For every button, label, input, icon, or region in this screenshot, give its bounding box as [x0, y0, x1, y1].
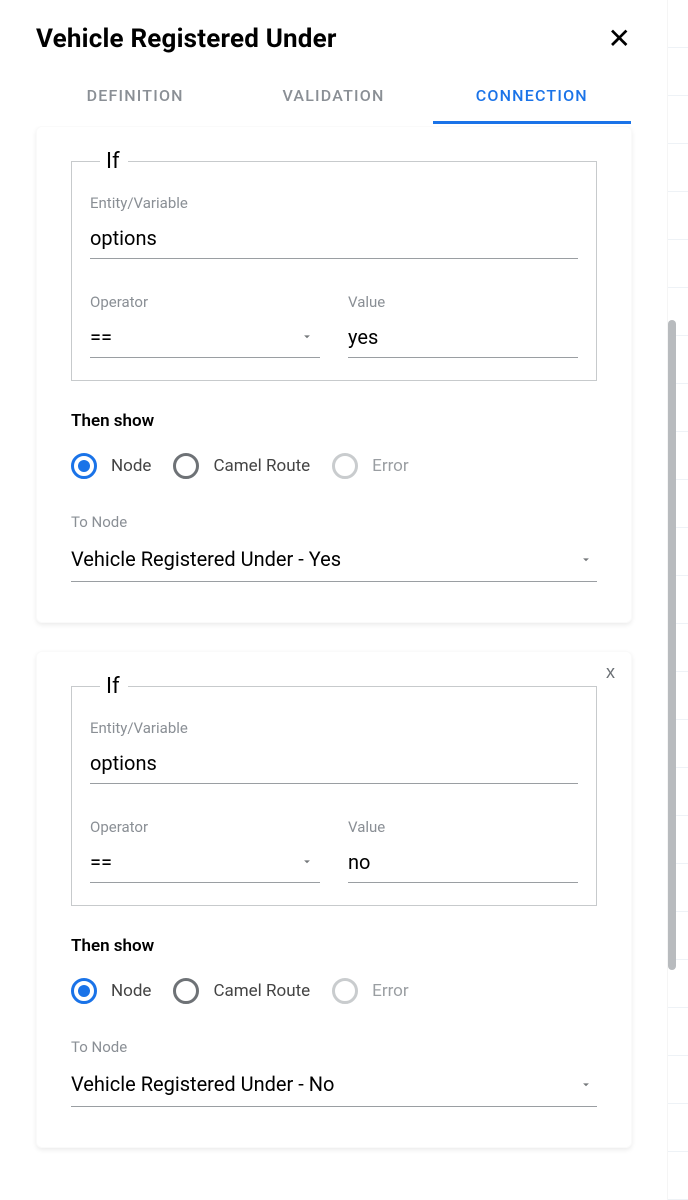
to-node-select[interactable]: Vehicle Registered Under - No [71, 1066, 597, 1107]
tab-connection[interactable]: CONNECTION [433, 74, 631, 124]
panel-title: Vehicle Registered Under [36, 24, 337, 54]
entity-input[interactable] [90, 745, 578, 784]
radio-error[interactable]: Error [332, 453, 408, 479]
chevron-down-icon [300, 854, 314, 873]
tab-bar: DEFINITION VALIDATION CONNECTION [0, 62, 667, 124]
to-node-label: To Node [71, 1038, 597, 1056]
radio-icon [173, 453, 199, 479]
panel-header: Vehicle Registered Under ✕ [0, 0, 667, 62]
radio-icon [173, 978, 199, 1004]
scrollbar-thumb[interactable] [668, 320, 676, 970]
if-fieldset: If Entity/Variable Operator == Value [71, 149, 597, 381]
radio-node-label: Node [111, 981, 151, 1001]
to-node-value: Vehicle Registered Under - No [71, 1072, 334, 1096]
entity-label: Entity/Variable [90, 194, 578, 212]
side-panel: Vehicle Registered Under ✕ DEFINITION VA… [0, 0, 668, 1200]
operator-select[interactable]: == [90, 319, 320, 358]
if-fieldset: If Entity/Variable Operator == Value [71, 674, 597, 906]
to-node-value: Vehicle Registered Under - Yes [71, 547, 341, 571]
radio-error[interactable]: Error [332, 978, 408, 1004]
tab-definition[interactable]: DEFINITION [36, 74, 234, 124]
operator-value: == [90, 325, 112, 349]
radio-icon [332, 453, 358, 479]
close-icon[interactable]: ✕ [608, 25, 631, 53]
condition-card: x If Entity/Variable Operator == Value [36, 651, 632, 1148]
if-legend: If [100, 674, 128, 699]
radio-node[interactable]: Node [71, 978, 151, 1004]
operator-label: Operator [90, 818, 320, 836]
value-input[interactable] [348, 319, 578, 358]
radio-camel-route-label: Camel Route [213, 981, 310, 1001]
radio-error-label: Error [372, 981, 408, 1001]
chevron-down-icon [579, 552, 593, 571]
radio-camel-route[interactable]: Camel Route [173, 453, 310, 479]
radio-icon [71, 978, 97, 1004]
operator-label: Operator [90, 293, 320, 311]
chevron-down-icon [300, 329, 314, 348]
chevron-down-icon [579, 1077, 593, 1096]
radio-icon [332, 978, 358, 1004]
then-show-label: Then show [71, 411, 597, 431]
tab-validation[interactable]: VALIDATION [234, 74, 432, 124]
value-label: Value [348, 818, 578, 836]
connection-scroll-area[interactable]: If Entity/Variable Operator == Value [0, 126, 668, 1200]
remove-condition-icon[interactable]: x [606, 662, 615, 683]
radio-node-label: Node [111, 456, 151, 476]
value-input[interactable] [348, 844, 578, 883]
radio-node[interactable]: Node [71, 453, 151, 479]
then-show-label: Then show [71, 936, 597, 956]
to-node-label: To Node [71, 513, 597, 531]
to-node-select[interactable]: Vehicle Registered Under - Yes [71, 541, 597, 582]
value-label: Value [348, 293, 578, 311]
radio-icon [71, 453, 97, 479]
if-legend: If [100, 149, 128, 174]
entity-input[interactable] [90, 220, 578, 259]
radio-group: Node Camel Route Error [71, 978, 597, 1004]
operator-select[interactable]: == [90, 844, 320, 883]
radio-group: Node Camel Route Error [71, 453, 597, 479]
radio-error-label: Error [372, 456, 408, 476]
radio-camel-route-label: Camel Route [213, 456, 310, 476]
operator-value: == [90, 850, 112, 874]
radio-camel-route[interactable]: Camel Route [173, 978, 310, 1004]
entity-label: Entity/Variable [90, 719, 578, 737]
condition-card: If Entity/Variable Operator == Value [36, 126, 632, 623]
